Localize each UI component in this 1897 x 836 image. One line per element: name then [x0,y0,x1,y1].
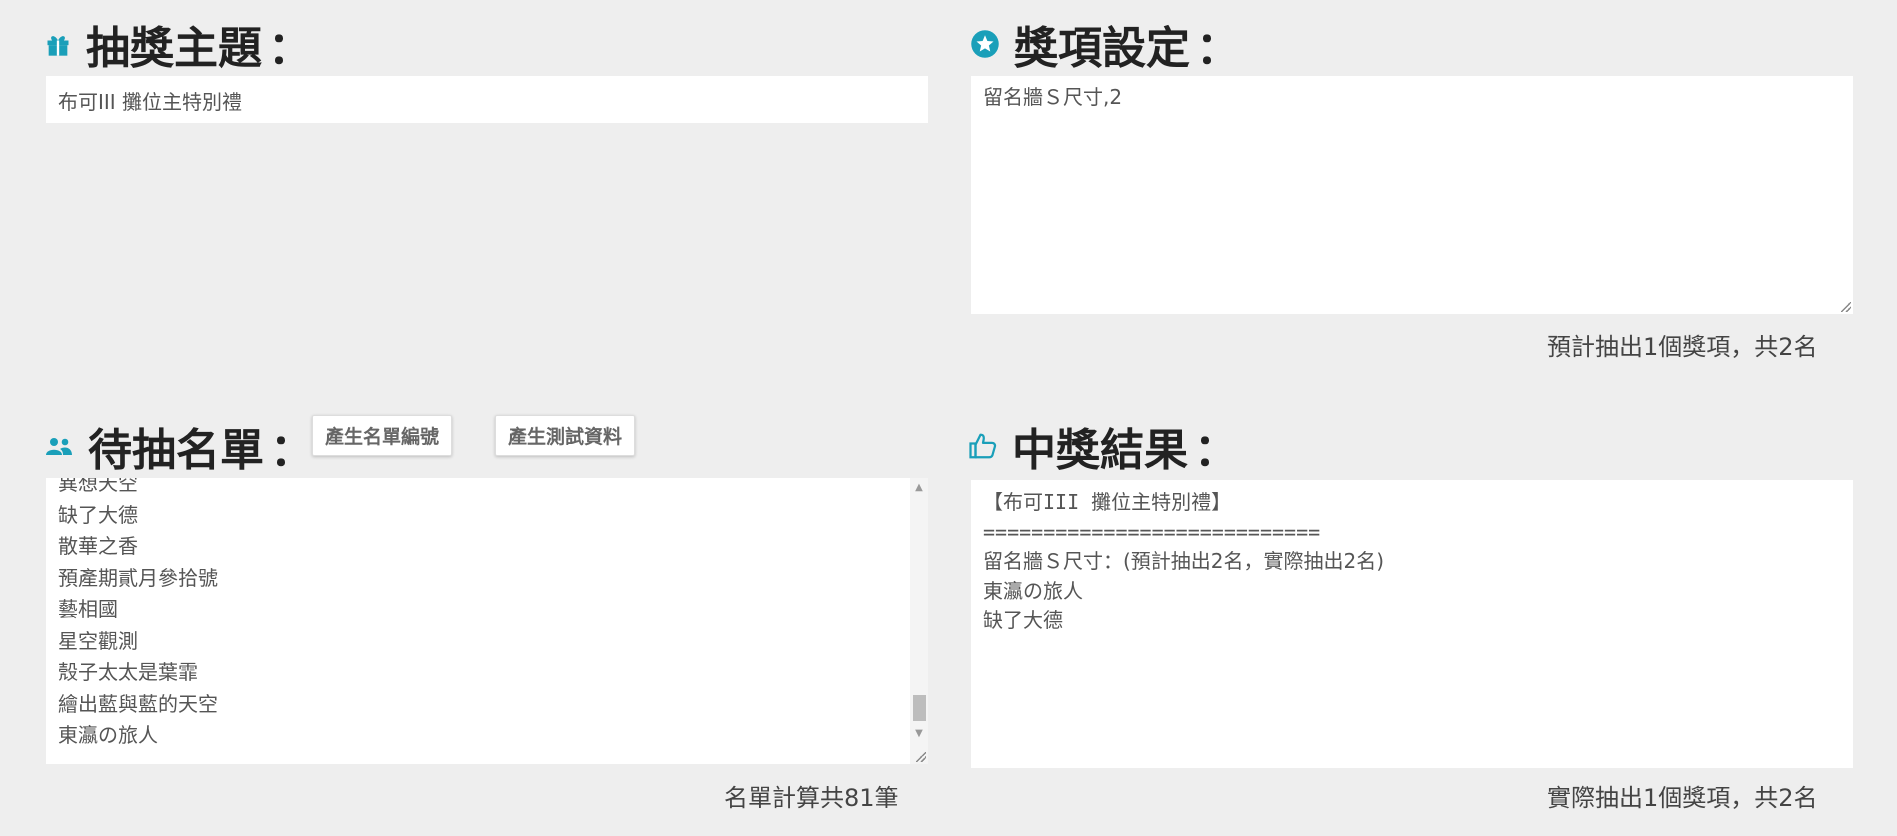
list-item: 殼子太太是葉霏 [58,660,198,684]
prizes-title: 獎項設定 [1014,23,1190,74]
results-colon: ： [1194,425,1238,476]
prizes-colon: ： [1196,23,1240,74]
candidates-textarea[interactable]: 異想天空 缺了大德 散華之香 預產期貳月參拾號 藝相國 星空觀測 殼子太太是葉霏… [46,478,928,764]
list-item: 異想天空 [58,478,138,495]
candidates-list: 異想天空 缺了大德 散華之香 預產期貳月參拾號 藝相國 星空觀測 殼子太太是葉霏… [58,478,218,752]
scroll-thumb[interactable] [913,695,926,721]
generate-numbers-button[interactable]: 產生名單編號 [312,415,453,456]
topic-heading: 抽獎主題 ： [44,12,312,76]
results-line: 【布可III 攤位主特別禮】 [983,490,1232,514]
gift-icon [44,30,72,58]
users-icon [44,433,74,459]
topic-title: 抽獎主題 [86,23,262,74]
prizes-textarea[interactable]: 留名牆Ｓ尺寸,2 [971,76,1853,314]
list-item: 東瀛の旅人 [58,723,158,747]
prizes-resize-handle[interactable] [1841,302,1851,312]
candidates-resize-handle[interactable] [916,752,926,762]
topic-colon: ： [268,23,312,74]
results-heading: 中獎結果 ： [968,414,1238,478]
scroll-down-arrow-icon[interactable]: ▼ [910,724,928,742]
topic-input-value: 布可III 攤位主特別禮 [58,90,243,114]
prizes-textarea-value: 留名牆Ｓ尺寸,2 [983,85,1123,109]
prizes-summary: 預計抽出1個獎項，共2名 [1547,333,1818,361]
results-textarea[interactable]: 【布可III 攤位主特別禮】 ==========================… [971,480,1853,768]
list-item: 星空觀測 [58,628,138,653]
candidates-list-viewport: 異想天空 缺了大德 散華之香 預產期貳月參拾號 藝相國 星空觀測 殼子太太是葉霏… [46,478,910,764]
candidates-colon: ： [270,425,314,476]
generate-test-data-button[interactable]: 產生測試資料 [495,415,636,456]
results-title: 中獎結果 [1012,425,1188,476]
thumbs-up-icon [968,431,998,461]
results-line: 缺了大德 [983,608,1063,632]
candidates-heading: 待抽名單 ： [44,414,314,478]
candidates-title: 待抽名單 [88,425,264,476]
results-summary: 實際抽出1個獎項，共2名 [1547,784,1818,812]
results-line: 東瀛の旅人 [983,578,1083,603]
results-line: ============================ [983,519,1321,544]
topic-input[interactable]: 布可III 攤位主特別禮 [46,76,928,123]
results-line: 留名牆Ｓ尺寸：(預計抽出2名，實際抽出2名) [983,549,1385,573]
candidates-scrollbar[interactable]: ▲ ▼ [910,478,928,764]
scroll-up-arrow-icon[interactable]: ▲ [910,478,928,496]
prizes-heading: 獎項設定 ： [970,12,1240,76]
results-text: 【布可III 攤位主特別禮】 ==========================… [971,480,1853,642]
list-item: 缺了大德 [58,502,138,527]
list-item: 繪出藍與藍的天空 [58,691,218,716]
star-icon [970,29,1000,59]
list-item: 藝相國 [58,597,118,621]
list-item: 散華之香 [58,534,138,558]
list-item: 預產期貳月參拾號 [58,565,218,590]
candidates-summary: 名單計算共81筆 [724,784,899,812]
